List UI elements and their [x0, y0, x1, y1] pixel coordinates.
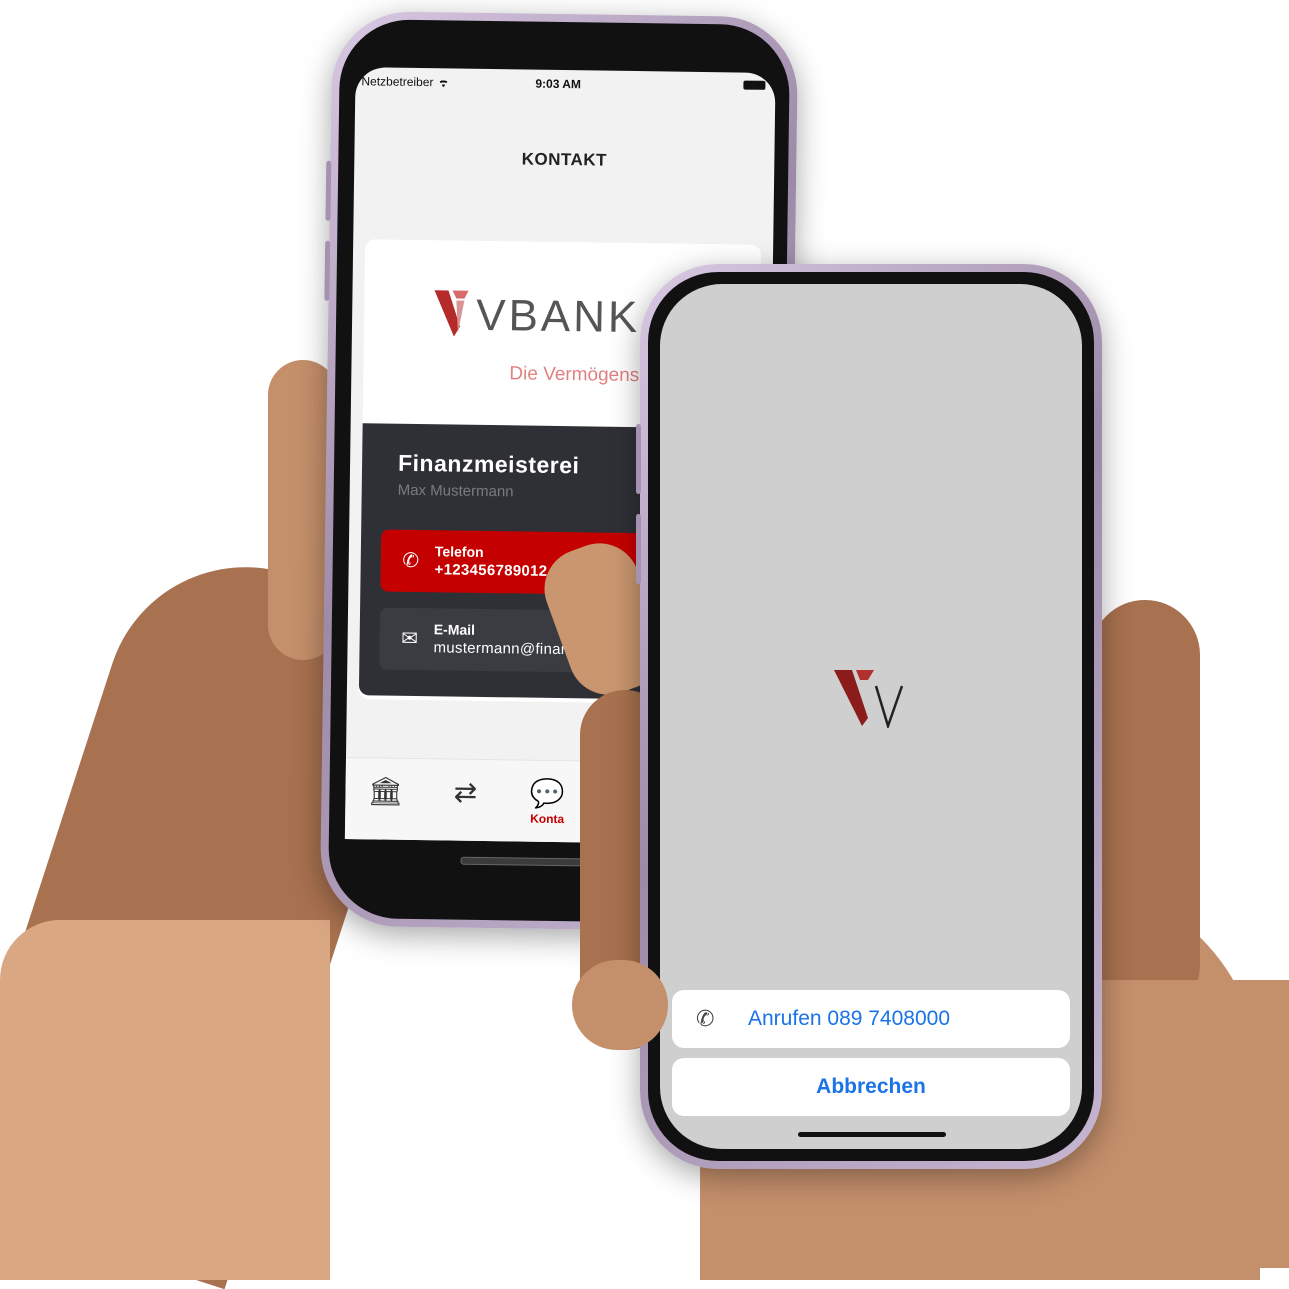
tab-route[interactable]: ⇄: [435, 775, 495, 809]
right-hand-finger: [572, 960, 668, 1050]
left-hand-wrist: [0, 920, 330, 1280]
bank-tagline: Die Vermögens: [509, 363, 640, 387]
email-address: mustermann@finan: [433, 639, 570, 659]
home-indicator: [798, 1132, 946, 1137]
email-label: E-Mail: [433, 621, 476, 638]
tab-contact-label: Konta: [530, 811, 565, 827]
call-button-label: Anrufen 089 7408000: [748, 1007, 951, 1030]
vbank-logo-mark-icon: [434, 290, 469, 337]
bank-icon: 🏛: [367, 775, 404, 807]
route-icon: ⇄: [453, 776, 478, 808]
phone-number: +123456789012: [434, 561, 548, 580]
v-logo-icon: [834, 670, 904, 728]
right-hand-thumb: [1090, 600, 1200, 1020]
volume-button: [324, 240, 331, 301]
phone-label: Telefon: [434, 543, 484, 560]
contact-icon: 💬: [529, 777, 566, 810]
call-button[interactable]: ✆ Anrufen 089 7408000: [672, 990, 1070, 1048]
bank-logo: VBANK: [434, 282, 641, 342]
mail-icon: ✉: [401, 627, 419, 651]
call-sheet-screen: ✆ Anrufen 089 7408000 Abbrechen: [660, 284, 1082, 1149]
status-bar: Netzbetreiber 9:03 AM: [355, 67, 775, 99]
bank-name: VBANK: [475, 290, 641, 343]
volume-button: [636, 514, 641, 584]
front-phone: ✆ Anrufen 089 7408000 Abbrechen: [636, 264, 1102, 1169]
tab-contact[interactable]: 💬 Konta: [517, 776, 578, 826]
volume-button: [636, 424, 641, 494]
volume-button: [325, 160, 332, 221]
phone-icon: ✆: [696, 1006, 715, 1031]
tab-bank[interactable]: 🏛: [355, 774, 415, 808]
carrier-label: Netzbetreiber: [361, 74, 449, 89]
battery-icon: [743, 80, 766, 90]
phone-icon: ✆: [402, 549, 420, 573]
organization-name: Finanzmeisterei: [397, 449, 580, 479]
person-name: Max Mustermann: [397, 481, 514, 501]
page-title: KONTAKT: [521, 149, 608, 170]
status-time: 9:03 AM: [535, 76, 582, 92]
cancel-button[interactable]: Abbrechen: [672, 1058, 1070, 1116]
wifi-icon: [437, 78, 449, 87]
